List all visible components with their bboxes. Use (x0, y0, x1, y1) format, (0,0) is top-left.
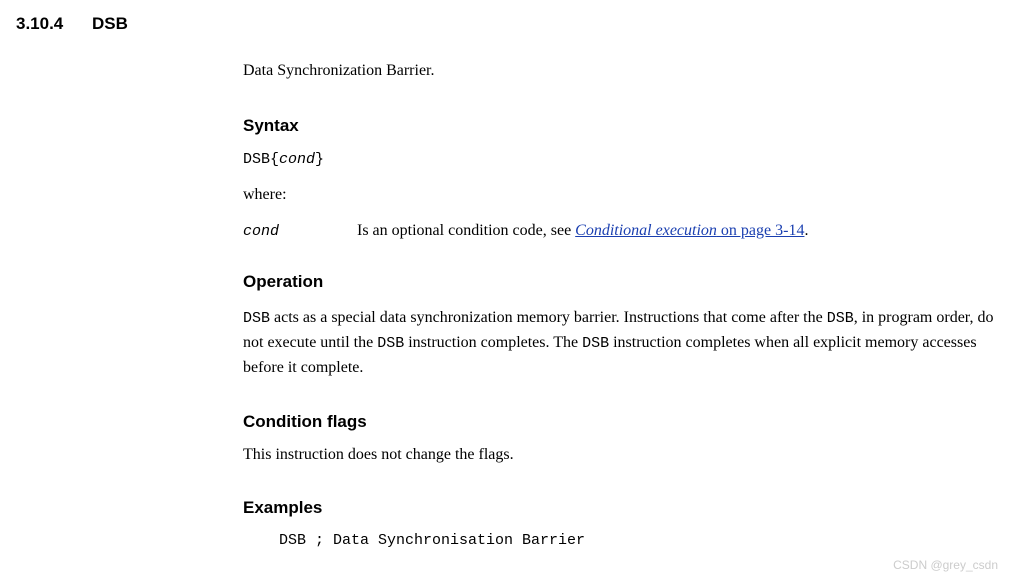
cond-desc-post: . (804, 222, 808, 239)
operation-heading: Operation (243, 272, 996, 292)
intro-text: Data Synchronization Barrier. (243, 62, 996, 80)
operation-text: DSB acts as a special data synchronizati… (243, 306, 996, 380)
condflags-heading: Condition flags (243, 412, 996, 432)
content-body: Data Synchronization Barrier. Syntax DSB… (243, 62, 996, 549)
param-desc: Is an optional condition code, see Condi… (357, 222, 996, 240)
cond-label: cond (243, 223, 279, 240)
op-dsb-2: DSB (827, 310, 854, 327)
syntax-param: cond (279, 151, 315, 168)
link-rest-part: on page 3-14 (717, 222, 805, 239)
link-italic-part: Conditional execution (575, 222, 717, 239)
example-code: DSB ; Data Synchronisation Barrier (279, 532, 996, 549)
param-name: cond (243, 222, 357, 240)
syntax-brace-close: } (315, 151, 324, 168)
section-title: DSB (92, 14, 128, 33)
watermark: CSDN @grey_csdn (893, 558, 998, 572)
syntax-heading: Syntax (243, 116, 996, 136)
param-row: cond Is an optional condition code, see … (243, 222, 996, 240)
op-dsb-1: DSB (243, 310, 270, 327)
syntax-brace-open: { (270, 151, 279, 168)
op-t3: instruction completes. The (404, 334, 582, 351)
cond-desc-pre: Is an optional condition code, see (357, 222, 575, 239)
examples-heading: Examples (243, 498, 996, 518)
condflags-text: This instruction does not change the fla… (243, 446, 996, 464)
conditional-execution-link[interactable]: Conditional execution on page 3-14 (575, 222, 804, 239)
where-label: where: (243, 186, 996, 204)
syntax-line: DSB{cond} (243, 150, 996, 168)
op-t1: acts as a special data synchronization m… (270, 309, 827, 326)
op-dsb-3: DSB (377, 335, 404, 352)
syntax-mnemonic: DSB (243, 151, 270, 168)
section-header: 3.10.4 DSB (16, 14, 996, 34)
section-number: 3.10.4 (16, 14, 63, 34)
op-dsb-4: DSB (582, 335, 609, 352)
